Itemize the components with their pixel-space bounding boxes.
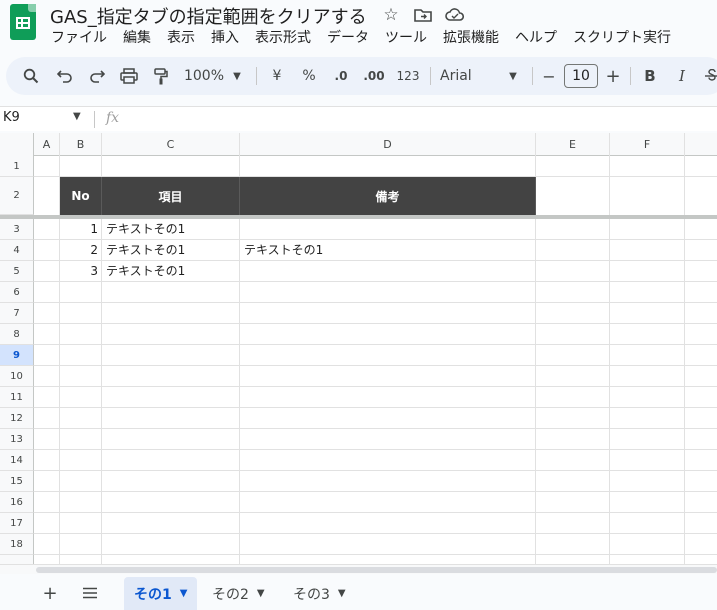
font-size-input[interactable]: 10: [564, 64, 598, 88]
increase-font-size-button[interactable]: +: [602, 57, 624, 95]
menu-bar: ファイル 編集 表示 挿入 表示形式 データ ツール 拡張機能 ヘルプ スクリプ…: [43, 28, 679, 48]
all-sheets-menu-icon[interactable]: [76, 581, 104, 605]
zoom-caret-icon[interactable]: ▼: [230, 57, 244, 95]
menu-data[interactable]: データ: [319, 28, 377, 48]
currency-format-button[interactable]: ¥: [264, 57, 290, 95]
row-header-17[interactable]: 17: [0, 513, 34, 534]
sheet-tab-1[interactable]: その1 ▼: [124, 577, 198, 610]
column-header-b[interactable]: B: [60, 133, 102, 156]
row-header-9[interactable]: 9: [0, 345, 34, 366]
row-header-3[interactable]: 3: [0, 219, 34, 240]
print-icon[interactable]: [116, 57, 142, 95]
add-sheet-icon[interactable]: +: [36, 581, 64, 605]
row-header-11[interactable]: 11: [0, 387, 34, 408]
row-header-18[interactable]: 18: [0, 534, 34, 555]
sheet-tab-label: その2: [212, 586, 249, 603]
cell-no[interactable]: 3: [60, 261, 102, 282]
strikethrough-icon[interactable]: [702, 57, 717, 95]
percent-format-button[interactable]: %: [296, 57, 322, 95]
sheet-tab-caret-icon[interactable]: ▼: [180, 588, 188, 599]
header-cell-no[interactable]: No: [60, 177, 102, 215]
menu-tools[interactable]: ツール: [377, 28, 435, 48]
row-header-14[interactable]: 14: [0, 450, 34, 471]
more-formats-button[interactable]: 123: [394, 57, 422, 95]
font-family-select[interactable]: Arial: [440, 57, 510, 95]
column-header-e[interactable]: E: [536, 133, 610, 156]
name-box-caret-icon[interactable]: ▼: [73, 111, 81, 122]
sheets-logo-icon[interactable]: [10, 4, 36, 40]
font-caret-icon[interactable]: ▼: [506, 57, 520, 95]
row-header-16[interactable]: 16: [0, 492, 34, 513]
sheet-tab-label: その3: [293, 586, 330, 603]
cloud-status-icon[interactable]: [444, 4, 466, 26]
header-cell-item[interactable]: 項目: [102, 177, 240, 215]
row-header-7[interactable]: 7: [0, 303, 34, 324]
cell-note[interactable]: [240, 219, 536, 240]
sheet-tab-3[interactable]: その3 ▼: [283, 577, 356, 610]
row-header-8[interactable]: 8: [0, 324, 34, 345]
row-header-13[interactable]: 13: [0, 429, 34, 450]
row-header-partial: [0, 555, 34, 564]
menu-run-script[interactable]: スクリプト実行: [565, 28, 679, 48]
sheet-tab-caret-icon[interactable]: ▼: [338, 588, 346, 599]
toolbar: 100% ▼ ¥ % .0 .00 123 Arial ▼ − 10 + B I: [6, 57, 717, 95]
zoom-select[interactable]: 100%: [182, 57, 226, 95]
bold-button[interactable]: B: [638, 57, 662, 95]
row-header-12[interactable]: 12: [0, 408, 34, 429]
redo-icon[interactable]: [84, 57, 110, 95]
italic-button[interactable]: I: [670, 57, 694, 95]
star-icon[interactable]: ☆: [380, 4, 402, 26]
cell-note[interactable]: [240, 261, 536, 282]
paint-format-icon[interactable]: [148, 57, 174, 95]
cell-item[interactable]: テキストその1: [102, 219, 240, 240]
menu-view[interactable]: 表示: [159, 28, 203, 48]
sheet-tab-bar: + その1 ▼ その2 ▼ その3 ▼: [0, 575, 717, 610]
menu-insert[interactable]: 挿入: [203, 28, 247, 48]
row-header-6[interactable]: 6: [0, 282, 34, 303]
increase-decimal-button[interactable]: .00: [360, 57, 388, 95]
row-header-10[interactable]: 10: [0, 366, 34, 387]
document-title[interactable]: GAS_指定タブの指定範囲をクリアする: [50, 3, 367, 29]
column-header-row: A B C D E F: [0, 133, 717, 156]
column-header-c[interactable]: C: [102, 133, 240, 156]
cell-item[interactable]: テキストその1: [102, 261, 240, 282]
sheets-app: GAS_指定タブの指定範囲をクリアする ☆ ファイル 編集 表示 挿入 表示形式…: [0, 0, 717, 610]
horizontal-scrollbar[interactable]: [0, 564, 717, 574]
menu-file[interactable]: ファイル: [43, 28, 115, 48]
cell-no[interactable]: 1: [60, 219, 102, 240]
column-header-a[interactable]: A: [34, 133, 60, 156]
spreadsheet-grid[interactable]: A B C D E F 1 2 3 4 5 6 7 8 9 10 11 12 1…: [0, 133, 717, 564]
row-header-1[interactable]: 1: [0, 156, 34, 177]
cell-note[interactable]: テキストその1: [240, 240, 536, 261]
menu-format[interactable]: 表示形式: [247, 28, 319, 48]
move-folder-icon[interactable]: [412, 4, 434, 26]
select-all-corner[interactable]: [0, 133, 34, 156]
header-cell-note[interactable]: 備考: [240, 177, 536, 215]
row-header-4[interactable]: 4: [0, 240, 34, 261]
cell-no[interactable]: 2: [60, 240, 102, 261]
name-box[interactable]: K9: [3, 110, 20, 125]
sheet-tab-caret-icon[interactable]: ▼: [257, 588, 265, 599]
cell-item[interactable]: テキストその1: [102, 240, 240, 261]
menu-help[interactable]: ヘルプ: [507, 28, 565, 48]
menu-extensions[interactable]: 拡張機能: [435, 28, 507, 48]
row-header-2[interactable]: 2: [0, 177, 34, 215]
row-header-15[interactable]: 15: [0, 471, 34, 492]
formula-fx-label: fx: [106, 110, 120, 126]
horizontal-scrollbar-thumb[interactable]: [36, 567, 717, 573]
undo-icon[interactable]: [52, 57, 78, 95]
sheet-tab-2[interactable]: その2 ▼: [202, 577, 275, 610]
formula-bar: K9 ▼ fx: [0, 106, 717, 131]
menu-edit[interactable]: 編集: [115, 28, 159, 48]
column-header-f[interactable]: F: [610, 133, 685, 156]
decrease-decimal-button[interactable]: .0: [328, 57, 354, 95]
decrease-font-size-button[interactable]: −: [538, 57, 560, 95]
sheet-tab-label: その1: [134, 586, 172, 603]
column-header-d[interactable]: D: [240, 133, 536, 156]
row-header-5[interactable]: 5: [0, 261, 34, 282]
search-menus-icon[interactable]: [16, 57, 46, 95]
